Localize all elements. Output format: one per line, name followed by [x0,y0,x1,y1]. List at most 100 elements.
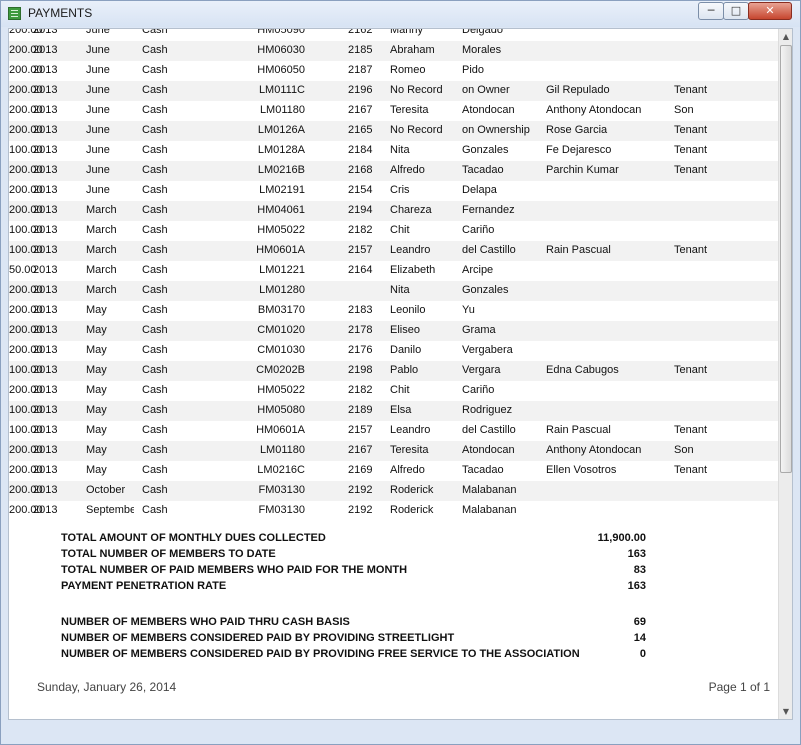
receipt-number-cell: 2165 [348,124,373,136]
report-viewport[interactable]: 2013 June Cash HM05090 200.00 2162 Manny Delgad… [8,28,793,720]
last-name-cell: Malabanan [462,484,517,496]
lot-code-cell: LM0128A [257,144,305,156]
month-cell: June [86,29,110,36]
summary-value: 83 [633,564,646,576]
amount-cell: 100.00 [9,364,43,376]
representative-cell: Rose Garcia [546,124,608,136]
lot-code-cell: HM05022 [257,384,305,396]
lot-code-cell: LM0126A [257,124,305,136]
table-row: 2013 May Cash BM03170 200.00 2183 Leonilo Yu [9,301,778,321]
amount-cell: 200.00 [9,284,43,296]
receipt-number-cell: 2162 [348,29,373,36]
last-name-cell: Arcipe [462,264,494,276]
page-number: Page 1 of 1 [708,680,770,694]
relationship-cell: Tenant [674,424,708,436]
table-row: 2013 March Cash LM01221 50.00 2164 Elizabeth Ar… [9,261,778,281]
summary-label: NUMBER OF MEMBERS WHO PAID THRU CASH BAS… [61,616,350,628]
last-name-cell: Tacadao [462,464,504,476]
amount-cell: 200.00 [9,29,43,36]
status-bar [8,720,793,742]
receipt-number-cell: 2182 [348,224,373,236]
receipt-number-cell: 2157 [348,424,373,436]
receipt-number-cell: 2178 [348,324,373,336]
last-name-cell: Cariño [462,224,495,236]
relationship-cell: Tenant [674,84,708,96]
summary-label: PAYMENT PENETRATION RATE [61,580,227,592]
amount-cell: 200.00 [9,484,43,496]
summary-value: 69 [633,616,646,628]
payment-type-cell: Cash [142,204,168,216]
lot-code-cell: FM03130 [258,504,305,516]
vertical-scrollbar[interactable]: ▲ ▼ [778,29,792,719]
lot-code-cell: HM06050 [257,64,305,76]
last-name-cell: Atondocan [462,444,515,456]
representative-cell: Edna Cabugos [546,364,619,376]
relationship-cell: Tenant [674,464,708,476]
month-cell: May [86,344,107,356]
amount-cell: 100.00 [9,224,43,236]
scroll-up-icon[interactable]: ▲ [780,29,792,44]
month-cell: June [86,64,110,76]
month-cell: June [86,164,110,176]
payment-type-cell: Cash [142,344,168,356]
close-button[interactable]: ✕ [748,2,792,20]
last-name-cell: Cariño [462,384,495,396]
month-cell: May [86,444,107,456]
first-name-cell: Pablo [390,364,419,376]
receipt-number-cell: 2194 [348,204,373,216]
summary-value: 11,900.00 [597,532,646,544]
payment-type-cell: Cash [142,104,168,116]
lot-code-cell: HM0601A [256,244,305,256]
payments-report: 2013 June Cash HM05090 200.00 2162 Manny Delgad… [9,29,778,719]
scroll-down-icon[interactable]: ▼ [780,704,792,719]
relationship-cell: Tenant [674,164,708,176]
receipt-number-cell: 2198 [348,364,373,376]
minimize-button[interactable]: ─ [698,2,724,20]
representative-cell: Parchin Kumar [546,164,619,176]
receipt-number-cell: 2187 [348,64,373,76]
table-row: 2013 May Cash HM05022 200.00 2182 Chit Cariño [9,381,778,401]
month-cell: March [86,244,117,256]
table-row: 2013 May Cash CM01030 200.00 2176 Danilo Vergab… [9,341,778,361]
amount-cell: 200.00 [9,504,43,516]
amount-cell: 200.00 [9,204,43,216]
lot-code-cell: HM05090 [257,29,305,36]
receipt-number-cell: 2169 [348,464,373,476]
lot-code-cell: LM02191 [259,184,305,196]
summary-label: TOTAL NUMBER OF MEMBERS TO DATE [61,548,276,560]
payment-type-cell: Cash [142,384,168,396]
receipt-number-cell: 2189 [348,404,373,416]
last-name-cell: Yu [462,304,475,316]
scroll-thumb[interactable] [780,45,792,473]
payment-type-cell: Cash [142,404,168,416]
first-name-cell: Alfredo [390,164,425,176]
summary-label: TOTAL NUMBER OF PAID MEMBERS WHO PAID FO… [61,564,408,576]
first-name-cell: Cris [390,184,410,196]
first-name-cell: No Record [390,84,443,96]
last-name-cell: Gonzales [462,144,509,156]
amount-cell: 200.00 [9,64,43,76]
summary-label: TOTAL AMOUNT OF MONTHLY DUES COLLECTED [61,532,326,544]
representative-cell: Rain Pascual [546,244,611,256]
receipt-number-cell: 2167 [348,444,373,456]
table-row: 2013 May Cash LM01180 200.00 2167 Teresita Aton… [9,441,778,461]
table-row: 2013 June Cash LM02191 200.00 2154 Cris Delapa [9,181,778,201]
month-cell: June [86,84,110,96]
last-name-cell: Vergara [462,364,501,376]
first-name-cell: No Record [390,124,443,136]
representative-cell: Ellen Vosotros [546,464,617,476]
month-cell: June [86,44,110,56]
last-name-cell: on Owner [462,84,510,96]
payment-type-cell: Cash [142,164,168,176]
payment-type-cell: Cash [142,324,168,336]
title-bar[interactable]: PAYMENTS ─ □ ✕ [1,1,800,27]
representative-cell: Anthony Atondocan [546,104,642,116]
maximize-button[interactable]: □ [723,2,749,20]
last-name-cell: Fernandez [462,204,515,216]
first-name-cell: Alfredo [390,464,425,476]
month-cell: March [86,284,117,296]
amount-cell: 100.00 [9,144,43,156]
last-name-cell: Tacadao [462,164,504,176]
amount-cell: 100.00 [9,244,43,256]
payment-type-cell: Cash [142,144,168,156]
